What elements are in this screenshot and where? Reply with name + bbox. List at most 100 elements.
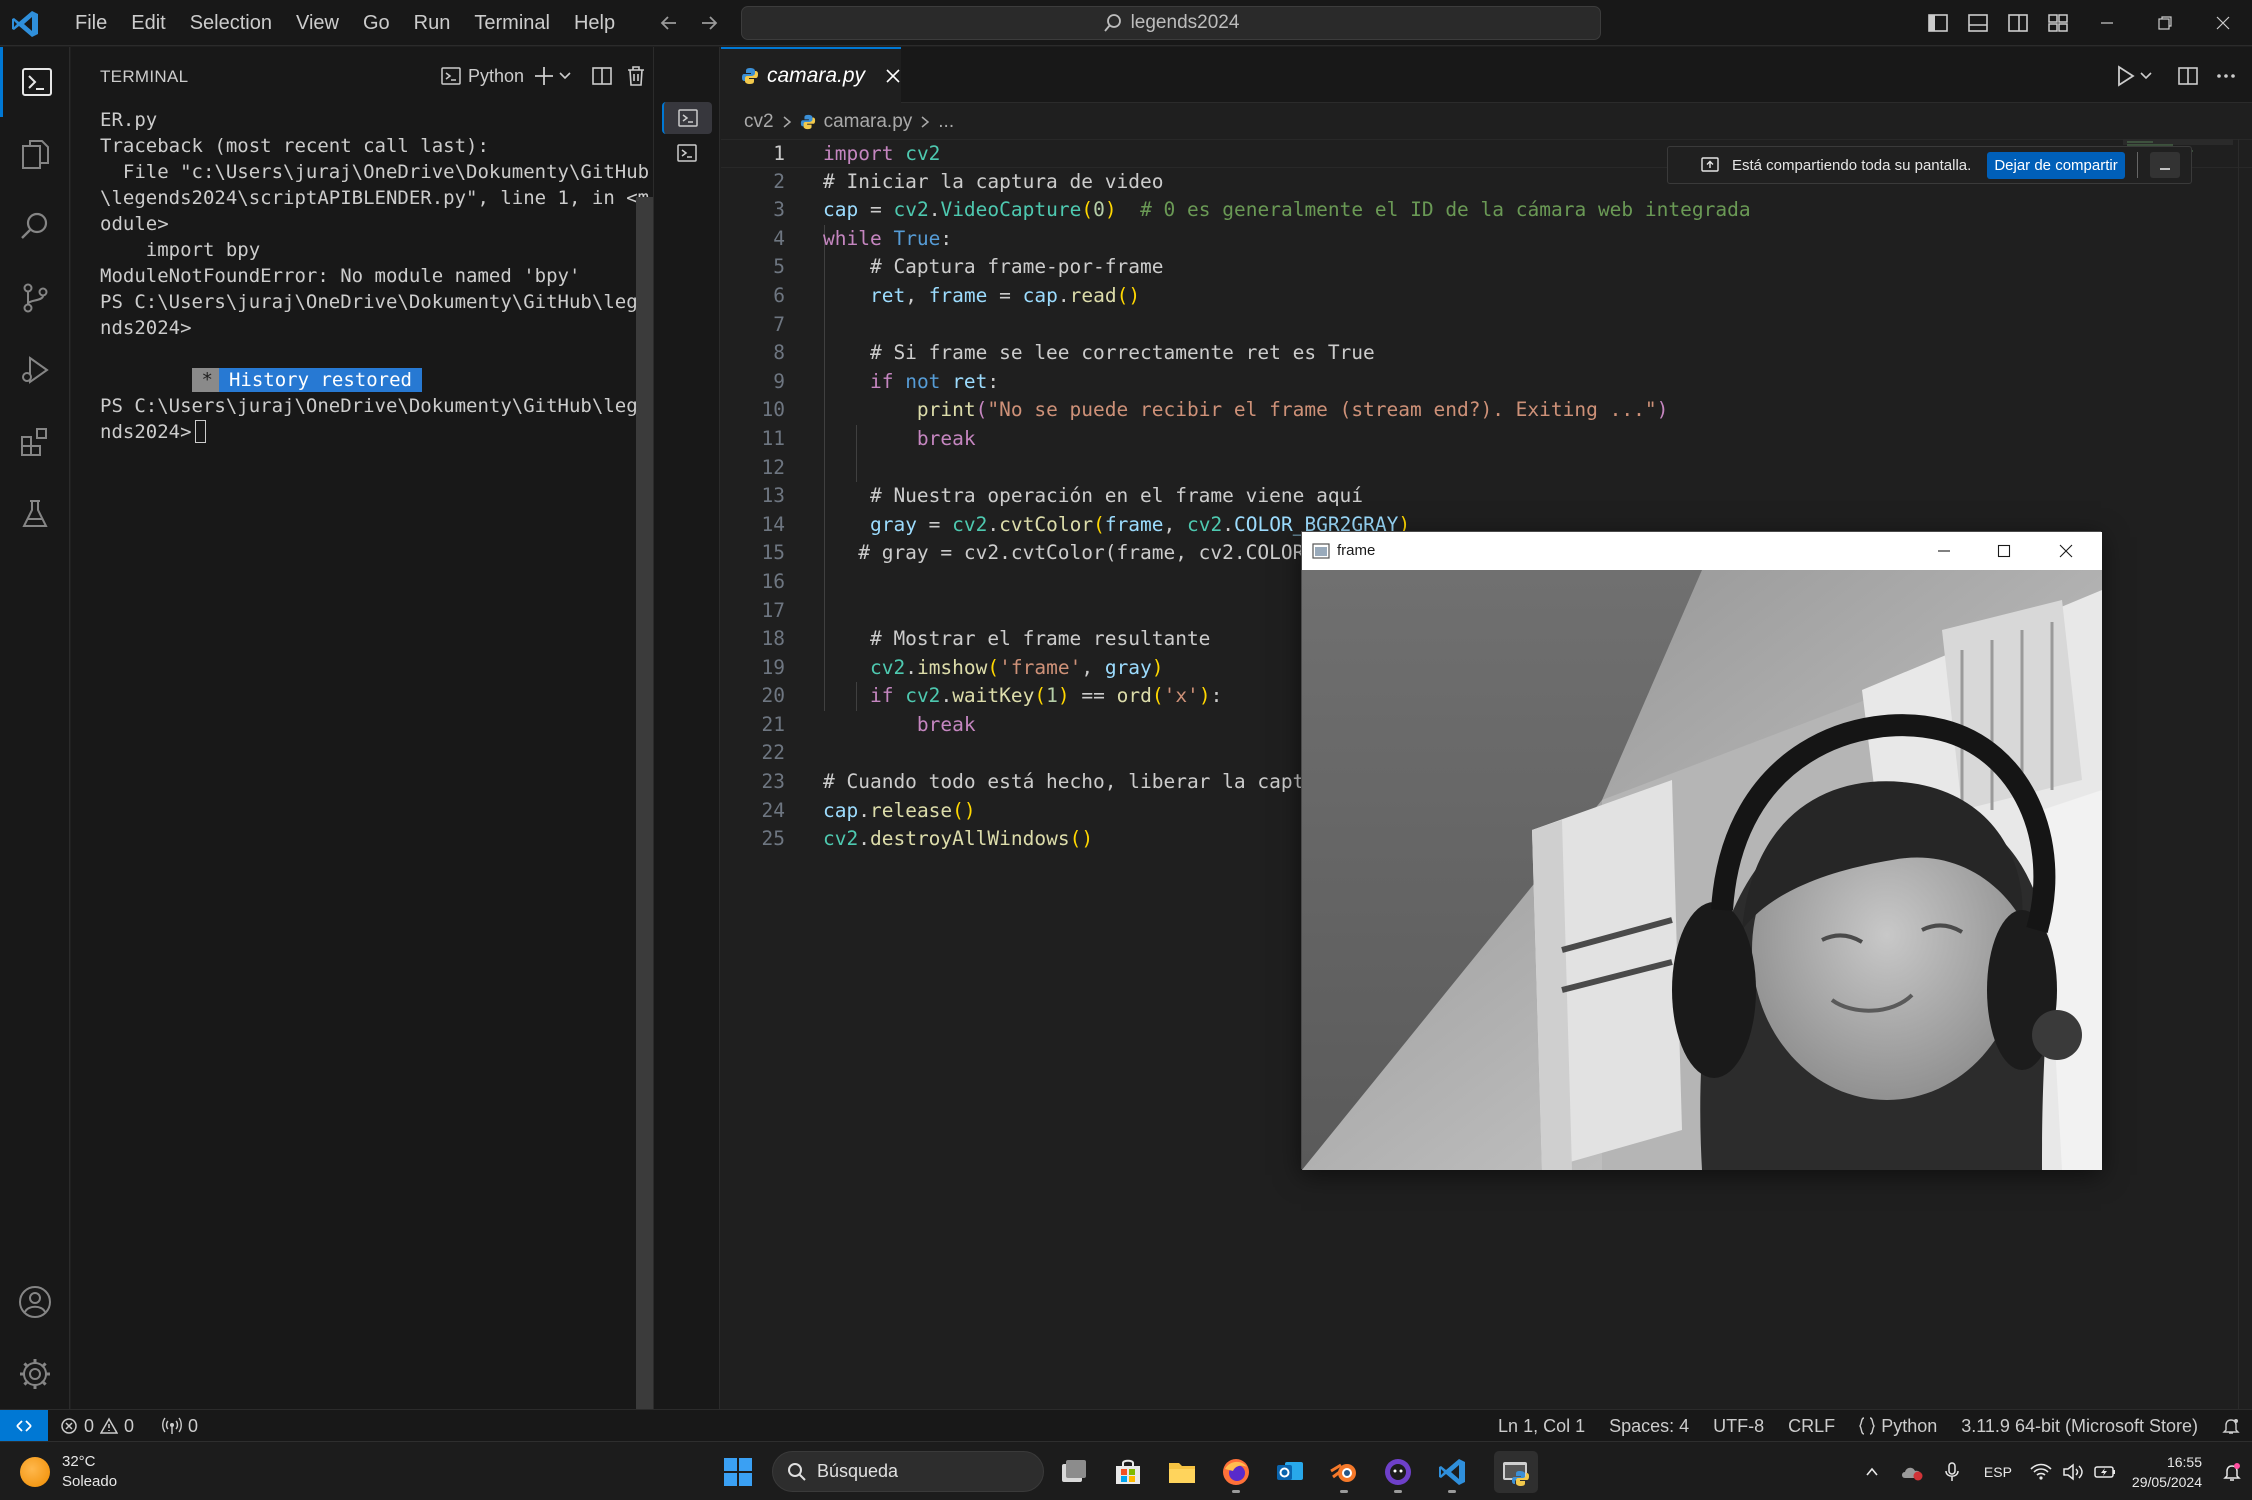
opencv-frame-window[interactable]: frame bbox=[1301, 531, 2102, 1170]
webcam-grayscale-image bbox=[1302, 570, 2102, 1170]
title-bar: File Edit Selection View Go Run Terminal… bbox=[0, 0, 2252, 46]
menu-view[interactable]: View bbox=[284, 0, 351, 46]
terminal-output[interactable]: ER.py Traceback (most recent call last):… bbox=[100, 107, 700, 445]
extensions-icon[interactable] bbox=[0, 407, 70, 477]
onedrive-icon[interactable] bbox=[1892, 1442, 1932, 1500]
volume-icon[interactable] bbox=[2058, 1442, 2088, 1500]
toggle-primary-sidebar-icon[interactable] bbox=[1918, 0, 1958, 46]
cursor-position[interactable]: Ln 1, Col 1 bbox=[1486, 1410, 1597, 1442]
taskbar-search-box[interactable]: Búsqueda bbox=[772, 1451, 1044, 1492]
frame-maximize-icon[interactable] bbox=[1974, 532, 2034, 570]
terminal-line: PS C:\Users\juraj\OneDrive\Dokumenty\Git… bbox=[100, 291, 650, 313]
windows-start-icon[interactable] bbox=[722, 1456, 754, 1488]
notification-bell-icon[interactable] bbox=[2212, 1442, 2252, 1500]
microphone-icon[interactable] bbox=[1932, 1442, 1972, 1500]
language-mode[interactable]: Python bbox=[1847, 1410, 1949, 1442]
code-text: cap.release() bbox=[823, 798, 976, 822]
terminal-view-icon[interactable] bbox=[0, 47, 70, 117]
editor-tab-bar: camara.py bbox=[721, 47, 2252, 103]
terminal-scrollbar[interactable] bbox=[636, 197, 653, 1409]
firefox-icon[interactable] bbox=[1214, 1451, 1258, 1493]
wifi-icon[interactable] bbox=[2024, 1442, 2058, 1500]
split-terminal-icon[interactable] bbox=[587, 61, 617, 91]
minimize-share-bar-icon[interactable] bbox=[2149, 152, 2180, 178]
line-ending[interactable]: CRLF bbox=[1776, 1410, 1847, 1442]
webcam-grayscale-image bbox=[1302, 570, 2102, 1170]
menu-go[interactable]: Go bbox=[351, 0, 402, 46]
clock[interactable]: 16:55 29/05/2024 bbox=[2122, 1452, 2212, 1492]
frame-minimize-icon[interactable] bbox=[1914, 532, 1974, 570]
frame-window-titlebar[interactable]: frame bbox=[1302, 532, 2102, 570]
outlook-icon[interactable] bbox=[1268, 1451, 1312, 1493]
line-number: 16 bbox=[761, 569, 785, 593]
input-language[interactable]: ESP bbox=[1972, 1442, 2024, 1500]
breadcrumb-symbol[interactable]: ... bbox=[938, 111, 954, 133]
code-line-5: 5 # Captura frame-por-frame bbox=[721, 253, 2252, 282]
weather-widget[interactable]: 32°C Soleado bbox=[20, 1452, 117, 1492]
command-center[interactable]: legends2024 bbox=[741, 6, 1601, 40]
temperature: 32°C bbox=[62, 1453, 96, 1470]
stop-sharing-button[interactable]: Dejar de compartir bbox=[1987, 151, 2125, 179]
menu-selection[interactable]: Selection bbox=[178, 0, 284, 46]
notifications-bell-icon[interactable] bbox=[2210, 1410, 2252, 1442]
editor-more-actions-icon[interactable] bbox=[2211, 61, 2241, 91]
python-app-icon[interactable] bbox=[1494, 1451, 1538, 1493]
toggle-secondary-sidebar-icon[interactable] bbox=[1998, 0, 2038, 46]
new-terminal-plus-icon[interactable] bbox=[533, 61, 575, 91]
run-debug-icon[interactable] bbox=[0, 335, 70, 405]
window-minimize-icon[interactable] bbox=[2078, 0, 2136, 46]
customize-layout-icon[interactable] bbox=[2038, 0, 2078, 46]
remote-indicator-icon[interactable] bbox=[0, 1410, 48, 1442]
line-number: 5 bbox=[773, 255, 785, 279]
menu-help[interactable]: Help bbox=[562, 0, 627, 46]
run-python-file-icon[interactable] bbox=[2111, 61, 2157, 91]
close-tab-icon[interactable] bbox=[885, 65, 901, 87]
indentation[interactable]: Spaces: 4 bbox=[1597, 1410, 1701, 1442]
github-desktop-icon[interactable] bbox=[1376, 1451, 1420, 1493]
frame-close-icon[interactable] bbox=[2036, 532, 2096, 570]
accounts-icon[interactable] bbox=[0, 1267, 70, 1337]
code-text: # gray = cv2.cvtColor(frame, cv2.COLOR bbox=[823, 541, 1305, 565]
code-text: print("No se puede recibir el frame (str… bbox=[916, 398, 1669, 422]
line-number: 15 bbox=[761, 541, 785, 565]
battery-icon[interactable] bbox=[2088, 1442, 2122, 1500]
terminal-tab-1[interactable] bbox=[662, 102, 712, 134]
ports-indicator[interactable]: 0 bbox=[162, 1410, 198, 1442]
terminal-line: Traceback (most recent call last): bbox=[100, 135, 489, 157]
chevron-up-icon[interactable] bbox=[1852, 1442, 1892, 1500]
breadcrumb-file[interactable]: camara.py bbox=[824, 111, 913, 133]
arrow-right-icon[interactable] bbox=[694, 10, 724, 36]
terminal-tab-2[interactable] bbox=[662, 137, 712, 169]
menu-run[interactable]: Run bbox=[402, 0, 463, 46]
editor-scrollbar[interactable] bbox=[2238, 139, 2252, 1409]
search-icon[interactable] bbox=[0, 191, 70, 261]
trash-icon[interactable] bbox=[623, 61, 649, 91]
encoding[interactable]: UTF-8 bbox=[1701, 1410, 1776, 1442]
menu-file[interactable]: File bbox=[63, 0, 119, 46]
file-explorer-icon[interactable] bbox=[1160, 1451, 1204, 1493]
arrow-left-icon[interactable] bbox=[654, 10, 684, 36]
vscode-taskbar-icon[interactable] bbox=[1430, 1451, 1474, 1493]
testing-icon[interactable] bbox=[0, 479, 70, 549]
problems-indicator[interactable]: 0 0 bbox=[60, 1410, 134, 1442]
breadcrumb-folder[interactable]: cv2 bbox=[744, 111, 774, 133]
blender-icon[interactable] bbox=[1322, 1451, 1366, 1493]
window-restore-icon[interactable] bbox=[2136, 0, 2194, 46]
python-interpreter[interactable]: 3.11.9 64-bit (Microsoft Store) bbox=[1949, 1410, 2210, 1442]
code-line-12: 12 bbox=[721, 454, 2252, 483]
explorer-icon[interactable] bbox=[0, 119, 70, 189]
microsoft-store-icon[interactable] bbox=[1106, 1451, 1150, 1493]
code-text: # Cuando todo está hecho, liberar la cap… bbox=[823, 770, 1317, 794]
menu-edit[interactable]: Edit bbox=[119, 0, 177, 46]
task-view-icon[interactable] bbox=[1052, 1451, 1096, 1493]
toggle-panel-icon[interactable] bbox=[1958, 0, 1998, 46]
line-number: 14 bbox=[761, 512, 785, 536]
split-editor-icon[interactable] bbox=[2173, 61, 2203, 91]
settings-gear-icon[interactable] bbox=[0, 1339, 70, 1409]
window-close-icon[interactable] bbox=[2194, 0, 2252, 46]
source-control-icon[interactable] bbox=[0, 263, 70, 333]
menu-terminal[interactable]: Terminal bbox=[462, 0, 562, 46]
share-status-text: Está compartiendo toda su pantalla. bbox=[1732, 156, 1972, 174]
tab-camara-py[interactable]: camara.py bbox=[721, 47, 901, 103]
terminal-profile[interactable]: Python bbox=[440, 61, 524, 91]
